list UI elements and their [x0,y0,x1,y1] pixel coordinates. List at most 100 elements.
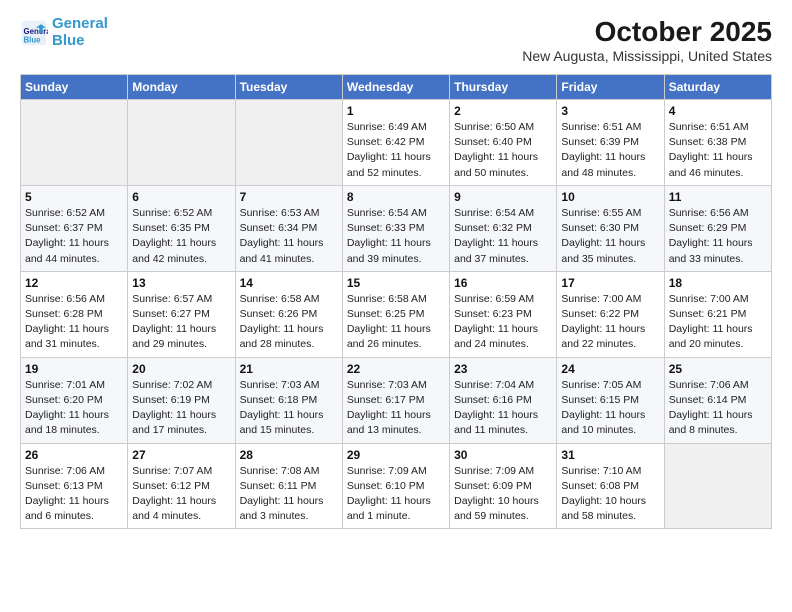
day-number: 22 [347,362,445,376]
day-number: 18 [669,276,767,290]
table-row: 2 Sunrise: 6:50 AMSunset: 6:40 PMDaylight… [450,100,557,186]
table-row: 13 Sunrise: 6:57 AMSunset: 6:27 PMDayligh… [128,271,235,357]
table-row: 12 Sunrise: 6:56 AMSunset: 6:28 PMDayligh… [21,271,128,357]
header-thursday: Thursday [450,75,557,100]
day-info: Sunrise: 7:09 AMSunset: 6:09 PMDaylight:… [454,464,552,525]
day-number: 15 [347,276,445,290]
day-number: 16 [454,276,552,290]
table-row: 26Sunrise: 7:06 AMSunset: 6:13 PMDayligh… [21,443,128,529]
day-number: 19 [25,362,123,376]
table-row: 16 Sunrise: 6:59 AMSunset: 6:23 PMDayligh… [450,271,557,357]
day-number: 4 [669,104,767,118]
header-saturday: Saturday [664,75,771,100]
day-info: Sunrise: 6:56 AMSunset: 6:28 PMDaylight:… [25,292,123,353]
table-row: 30 Sunrise: 7:09 AMSunset: 6:09 PMDayligh… [450,443,557,529]
day-info: Sunrise: 6:58 AMSunset: 6:25 PMDaylight:… [347,292,445,353]
day-info: Sunrise: 6:58 AMSunset: 6:26 PMDaylight:… [240,292,338,353]
header-tuesday: Tuesday [235,75,342,100]
table-row: 19 Sunrise: 7:01 AMSunset: 6:20 PMDayligh… [21,357,128,443]
day-info: Sunrise: 7:06 AMSunset: 6:14 PMDaylight:… [669,378,767,439]
day-number: 9 [454,190,552,204]
calendar-subtitle: New Augusta, Mississippi, United States [522,48,772,64]
table-row: 6 Sunrise: 6:52 AMSunset: 6:35 PMDaylight… [128,185,235,271]
day-info: Sunrise: 7:08 AMSunset: 6:11 PMDaylight:… [240,464,338,525]
day-info: Sunrise: 7:00 AMSunset: 6:22 PMDaylight:… [561,292,659,353]
table-row [21,100,128,186]
day-number: 8 [347,190,445,204]
table-row: 29 Sunrise: 7:09 AMSunset: 6:10 PMDayligh… [342,443,449,529]
svg-text:Blue: Blue [24,35,42,44]
table-row [128,100,235,186]
day-info: Sunrise: 7:01 AMSunset: 6:20 PMDaylight:… [25,378,123,439]
table-row: 7Sunrise: 6:53 AMSunset: 6:34 PMDaylight… [235,185,342,271]
day-number: 2 [454,104,552,118]
logo-text: General Blue [52,16,108,49]
day-number: 30 [454,448,552,462]
day-info: Sunrise: 7:04 AMSunset: 6:16 PMDaylight:… [454,378,552,439]
header-monday: Monday [128,75,235,100]
table-row: 24 Sunrise: 7:05 AMSunset: 6:15 PMDayligh… [557,357,664,443]
day-info: Sunrise: 6:50 AMSunset: 6:40 PMDaylight:… [454,120,552,181]
table-row: 23Sunrise: 7:04 AMSunset: 6:16 PMDayligh… [450,357,557,443]
day-number: 13 [132,276,230,290]
table-row: 28 Sunrise: 7:08 AMSunset: 6:11 PMDayligh… [235,443,342,529]
calendar-body: 1 Sunrise: 6:49 AMSunset: 6:42 PMDaylight… [21,100,772,529]
table-row: 31Sunrise: 7:10 AMSunset: 6:08 PMDayligh… [557,443,664,529]
day-info: Sunrise: 6:56 AMSunset: 6:29 PMDaylight:… [669,206,767,267]
day-info: Sunrise: 6:57 AMSunset: 6:27 PMDaylight:… [132,292,230,353]
day-number: 11 [669,190,767,204]
day-number: 26 [25,448,123,462]
table-row: 10 Sunrise: 6:55 AMSunset: 6:30 PMDayligh… [557,185,664,271]
table-row: 9 Sunrise: 6:54 AMSunset: 6:32 PMDaylight… [450,185,557,271]
day-info: Sunrise: 7:03 AMSunset: 6:17 PMDaylight:… [347,378,445,439]
logo: General Blue General Blue [20,16,108,49]
table-row: 20Sunrise: 7:02 AMSunset: 6:19 PMDayligh… [128,357,235,443]
table-row [664,443,771,529]
day-info: Sunrise: 6:53 AMSunset: 6:34 PMDaylight:… [240,206,338,267]
day-info: Sunrise: 7:10 AMSunset: 6:08 PMDaylight:… [561,464,659,525]
day-info: Sunrise: 6:52 AMSunset: 6:37 PMDaylight:… [25,206,123,267]
table-row: 1 Sunrise: 6:49 AMSunset: 6:42 PMDaylight… [342,100,449,186]
day-info: Sunrise: 7:02 AMSunset: 6:19 PMDaylight:… [132,378,230,439]
day-info: Sunrise: 6:52 AMSunset: 6:35 PMDaylight:… [132,206,230,267]
day-number: 1 [347,104,445,118]
table-row: 22 Sunrise: 7:03 AMSunset: 6:17 PMDayligh… [342,357,449,443]
day-info: Sunrise: 7:07 AMSunset: 6:12 PMDaylight:… [132,464,230,525]
header: General Blue General Blue October 2025 N… [20,16,772,64]
table-row: 21Sunrise: 7:03 AMSunset: 6:18 PMDayligh… [235,357,342,443]
day-number: 5 [25,190,123,204]
day-info: Sunrise: 7:00 AMSunset: 6:21 PMDaylight:… [669,292,767,353]
day-info: Sunrise: 7:09 AMSunset: 6:10 PMDaylight:… [347,464,445,525]
table-row [235,100,342,186]
calendar-page: General Blue General Blue October 2025 N… [0,0,792,545]
table-row: 4Sunrise: 6:51 AMSunset: 6:38 PMDaylight… [664,100,771,186]
day-number: 24 [561,362,659,376]
table-row: 15 Sunrise: 6:58 AMSunset: 6:25 PMDayligh… [342,271,449,357]
day-number: 28 [240,448,338,462]
logo-icon: General Blue [20,19,48,47]
day-info: Sunrise: 6:55 AMSunset: 6:30 PMDaylight:… [561,206,659,267]
table-row: 8 Sunrise: 6:54 AMSunset: 6:33 PMDaylight… [342,185,449,271]
day-number: 17 [561,276,659,290]
title-block: October 2025 New Augusta, Mississippi, U… [522,16,772,64]
day-number: 6 [132,190,230,204]
calendar-header: Sunday Monday Tuesday Wednesday Thursday… [21,75,772,100]
header-wednesday: Wednesday [342,75,449,100]
day-info: Sunrise: 6:54 AMSunset: 6:33 PMDaylight:… [347,206,445,267]
day-info: Sunrise: 6:59 AMSunset: 6:23 PMDaylight:… [454,292,552,353]
day-number: 10 [561,190,659,204]
day-info: Sunrise: 7:05 AMSunset: 6:15 PMDaylight:… [561,378,659,439]
day-info: Sunrise: 6:54 AMSunset: 6:32 PMDaylight:… [454,206,552,267]
day-info: Sunrise: 6:51 AMSunset: 6:39 PMDaylight:… [561,120,659,181]
day-info: Sunrise: 6:49 AMSunset: 6:42 PMDaylight:… [347,120,445,181]
table-row: 27Sunrise: 7:07 AMSunset: 6:12 PMDayligh… [128,443,235,529]
day-number: 29 [347,448,445,462]
day-number: 3 [561,104,659,118]
day-info: Sunrise: 7:03 AMSunset: 6:18 PMDaylight:… [240,378,338,439]
day-number: 12 [25,276,123,290]
header-friday: Friday [557,75,664,100]
header-sunday: Sunday [21,75,128,100]
logo-line1: General [52,15,108,32]
calendar-title: October 2025 [522,16,772,48]
table-row: 17 Sunrise: 7:00 AMSunset: 6:22 PMDayligh… [557,271,664,357]
